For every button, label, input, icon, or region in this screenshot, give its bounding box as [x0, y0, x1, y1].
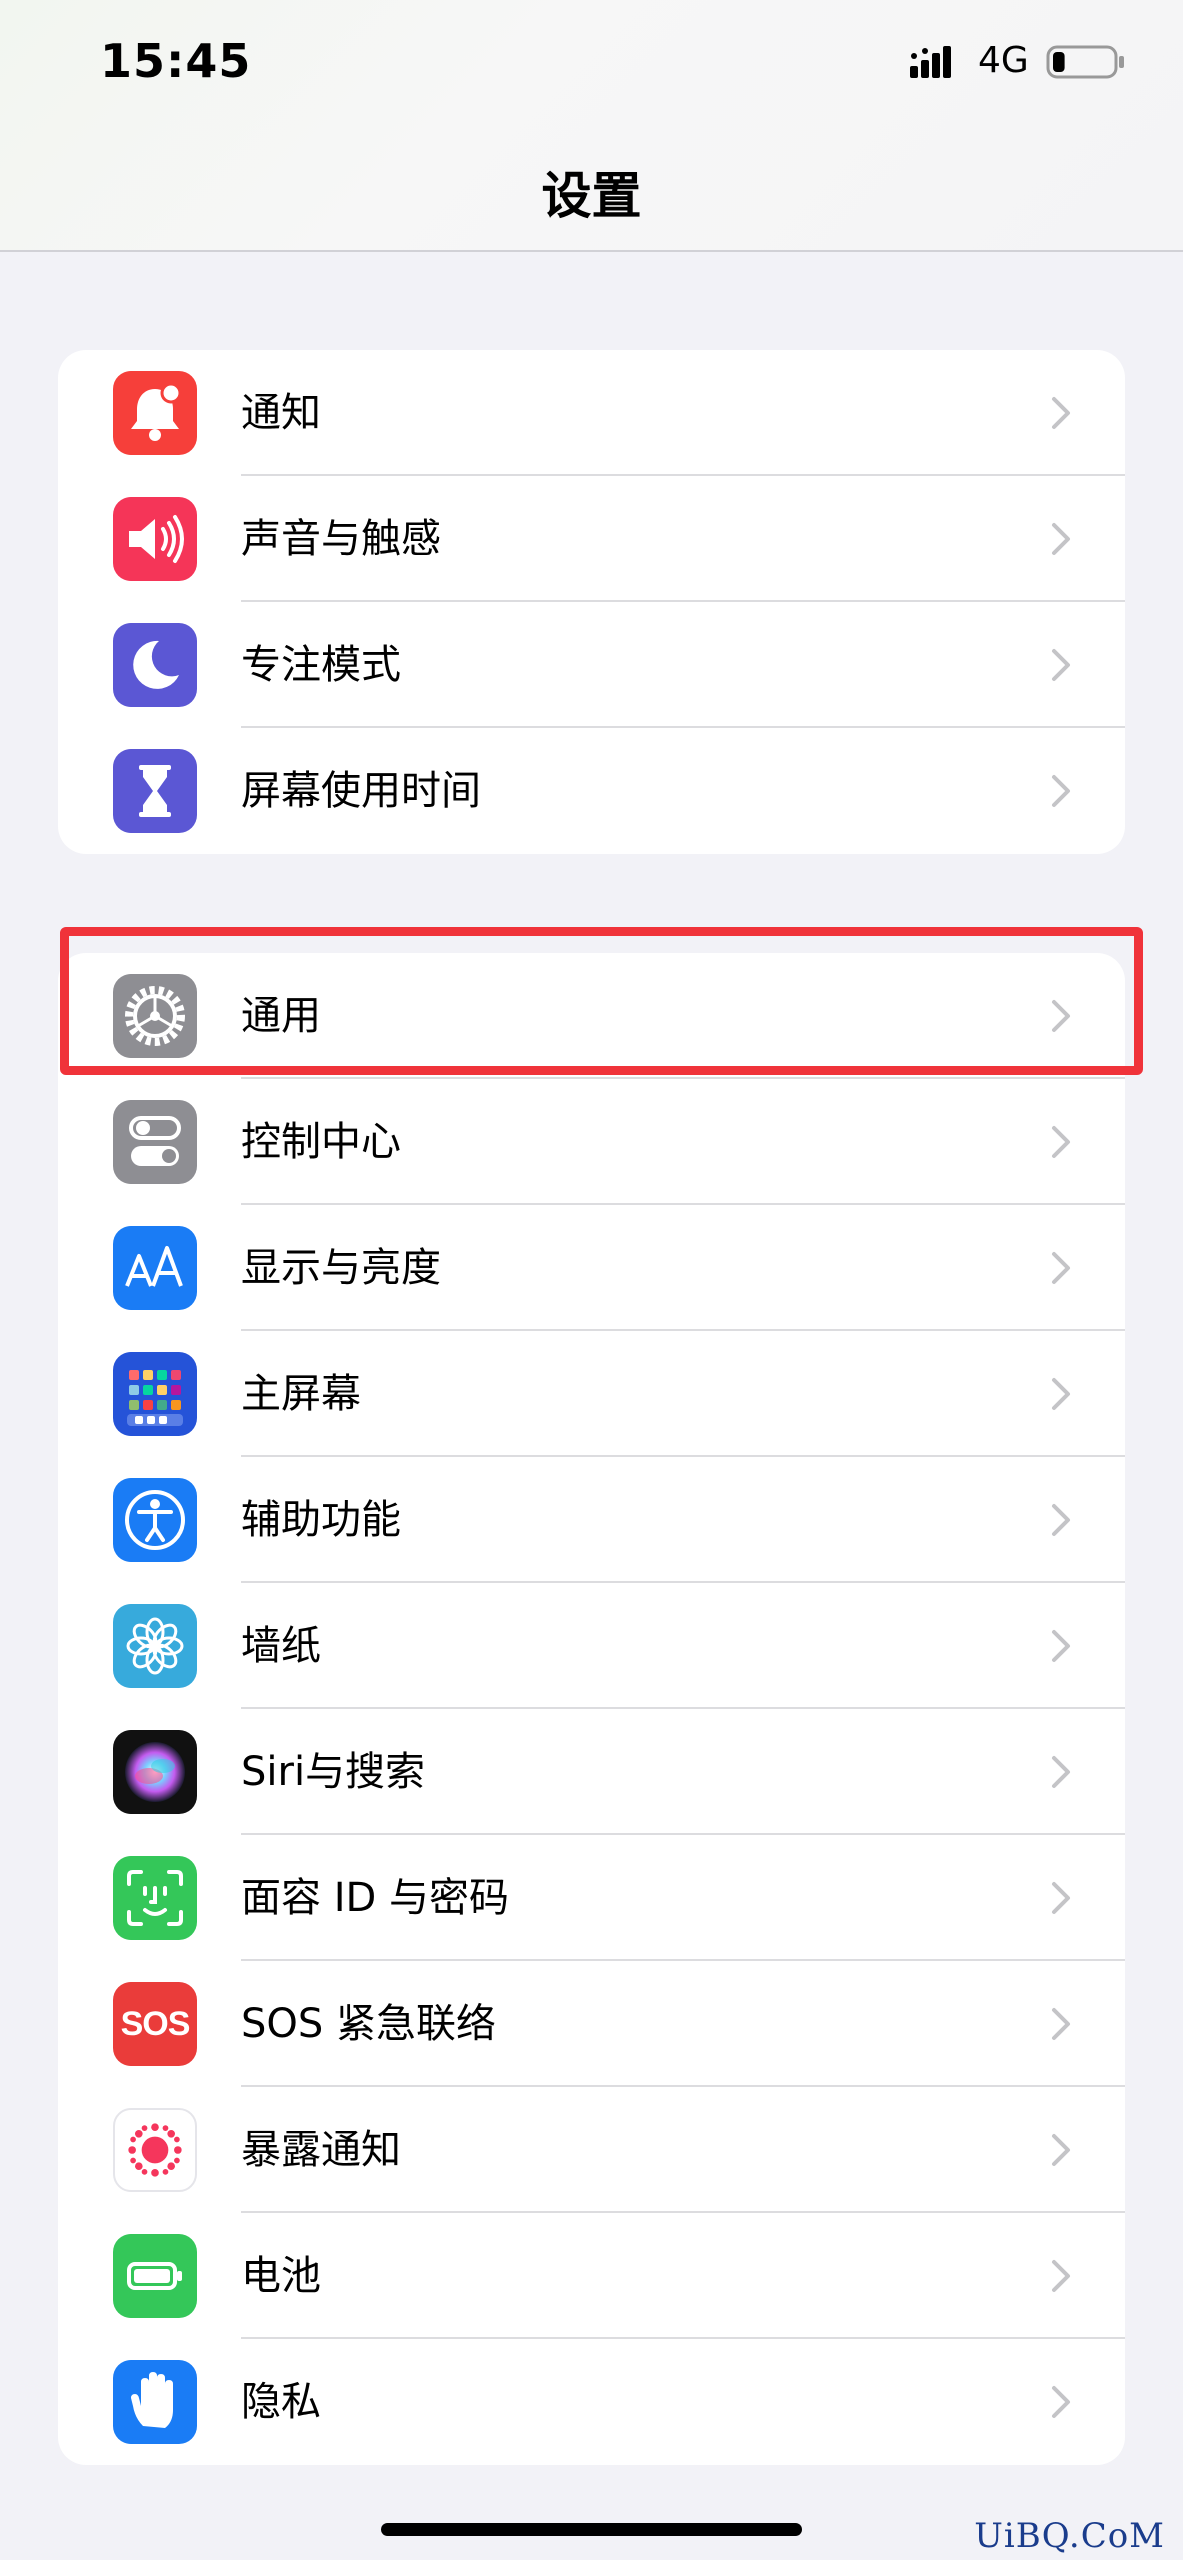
settings-row-label: 电池: [241, 2253, 321, 2299]
settings-row-home-screen[interactable]: 主屏幕: [58, 1331, 1125, 1457]
settings-row-label: 通知: [241, 390, 321, 436]
settings-row-focus[interactable]: 专注模式: [58, 602, 1125, 728]
settings-row-emergency-sos[interactable]: SOS SOS 紧急联络: [58, 1961, 1125, 2087]
chevron-right-icon: [1052, 2008, 1070, 2040]
settings-row-privacy[interactable]: 隐私: [58, 2339, 1125, 2465]
speaker-icon: [113, 497, 197, 581]
settings-row-sounds[interactable]: 声音与触感: [58, 476, 1125, 602]
settings-group-2: 通用 控制中心 显示与亮度 主屏幕 辅助功能 墙纸 Siri与搜索 面容 ID …: [58, 953, 1125, 2465]
settings-row-label: 声音与触感: [241, 516, 441, 562]
chevron-right-icon: [1052, 2386, 1070, 2418]
sos-icon-text: SOS: [120, 2004, 191, 2043]
status-time: 15:45: [100, 34, 252, 88]
hourglass-icon: [113, 749, 197, 833]
settings-row-wallpaper[interactable]: 墙纸: [58, 1583, 1125, 1709]
notification-bell-icon: [113, 371, 197, 455]
page-title: 设置: [541, 167, 642, 225]
settings-row-general[interactable]: 通用: [58, 953, 1125, 1079]
network-type: 4G: [978, 40, 1029, 81]
settings-row-accessibility[interactable]: 辅助功能: [58, 1457, 1125, 1583]
settings-row-label: 显示与亮度: [241, 1245, 441, 1291]
gear-icon: [113, 974, 197, 1058]
settings-row-label: 专注模式: [241, 642, 401, 688]
battery-status-icon: [1046, 45, 1124, 79]
settings-group-1: 通知 声音与触感 专注模式 屏幕使用时间: [58, 350, 1125, 854]
chevron-right-icon: [1052, 1000, 1070, 1032]
siri-icon: [113, 1730, 197, 1814]
settings-row-notifications[interactable]: 通知: [58, 350, 1125, 476]
chevron-right-icon: [1052, 2260, 1070, 2292]
chevron-right-icon: [1052, 2134, 1070, 2166]
settings-row-label: 面容 ID 与密码: [241, 1875, 510, 1921]
settings-row-battery[interactable]: 电池: [58, 2213, 1125, 2339]
settings-row-label: 墙纸: [241, 1623, 321, 1669]
settings-row-screen-time[interactable]: 屏幕使用时间: [58, 728, 1125, 854]
cellular-signal-icon: [910, 46, 951, 78]
settings-row-label: 隐私: [241, 2379, 321, 2425]
settings-row-label: 通用: [241, 993, 321, 1039]
settings-row-siri[interactable]: Siri与搜索: [58, 1709, 1125, 1835]
settings-row-label: 辅助功能: [241, 1497, 401, 1543]
settings-row-label: SOS 紧急联络: [241, 2001, 496, 2047]
accessibility-icon: [113, 1478, 197, 1562]
face-id-icon: [113, 1856, 197, 1940]
settings-row-exposure-notifications[interactable]: 暴露通知: [58, 2087, 1125, 2213]
settings-row-display[interactable]: 显示与亮度: [58, 1205, 1125, 1331]
chevron-right-icon: [1052, 775, 1070, 807]
chevron-right-icon: [1052, 1756, 1070, 1788]
chevron-right-icon: [1052, 1378, 1070, 1410]
battery-icon: [113, 2234, 197, 2318]
settings-row-control-center[interactable]: 控制中心: [58, 1079, 1125, 1205]
chevron-right-icon: [1052, 1252, 1070, 1284]
chevron-right-icon: [1052, 1882, 1070, 1914]
settings-row-label: 主屏幕: [241, 1371, 361, 1417]
settings-row-face-id[interactable]: 面容 ID 与密码: [58, 1835, 1125, 1961]
settings-row-label: 屏幕使用时间: [241, 768, 481, 814]
chevron-right-icon: [1052, 649, 1070, 681]
chevron-right-icon: [1052, 1630, 1070, 1662]
flower-icon: [113, 1604, 197, 1688]
chevron-right-icon: [1052, 523, 1070, 555]
status-bar: 15:45 4G: [0, 0, 1183, 130]
hand-icon: [113, 2360, 197, 2444]
chevron-right-icon: [1052, 397, 1070, 429]
sos-icon: SOS: [113, 1982, 197, 2066]
home-screen-grid-icon: [113, 1352, 197, 1436]
settings-row-label: Siri与搜索: [241, 1749, 426, 1795]
moon-icon: [113, 623, 197, 707]
home-indicator[interactable]: [381, 2523, 802, 2536]
exposure-icon: [113, 2108, 197, 2192]
text-size-icon: [113, 1226, 197, 1310]
settings-row-label: 控制中心: [241, 1119, 401, 1165]
settings-row-label: 暴露通知: [241, 2127, 401, 2173]
toggles-icon: [113, 1100, 197, 1184]
watermark: UiBQ.CoM: [974, 2516, 1165, 2556]
chevron-right-icon: [1052, 1504, 1070, 1536]
chevron-right-icon: [1052, 1126, 1070, 1158]
